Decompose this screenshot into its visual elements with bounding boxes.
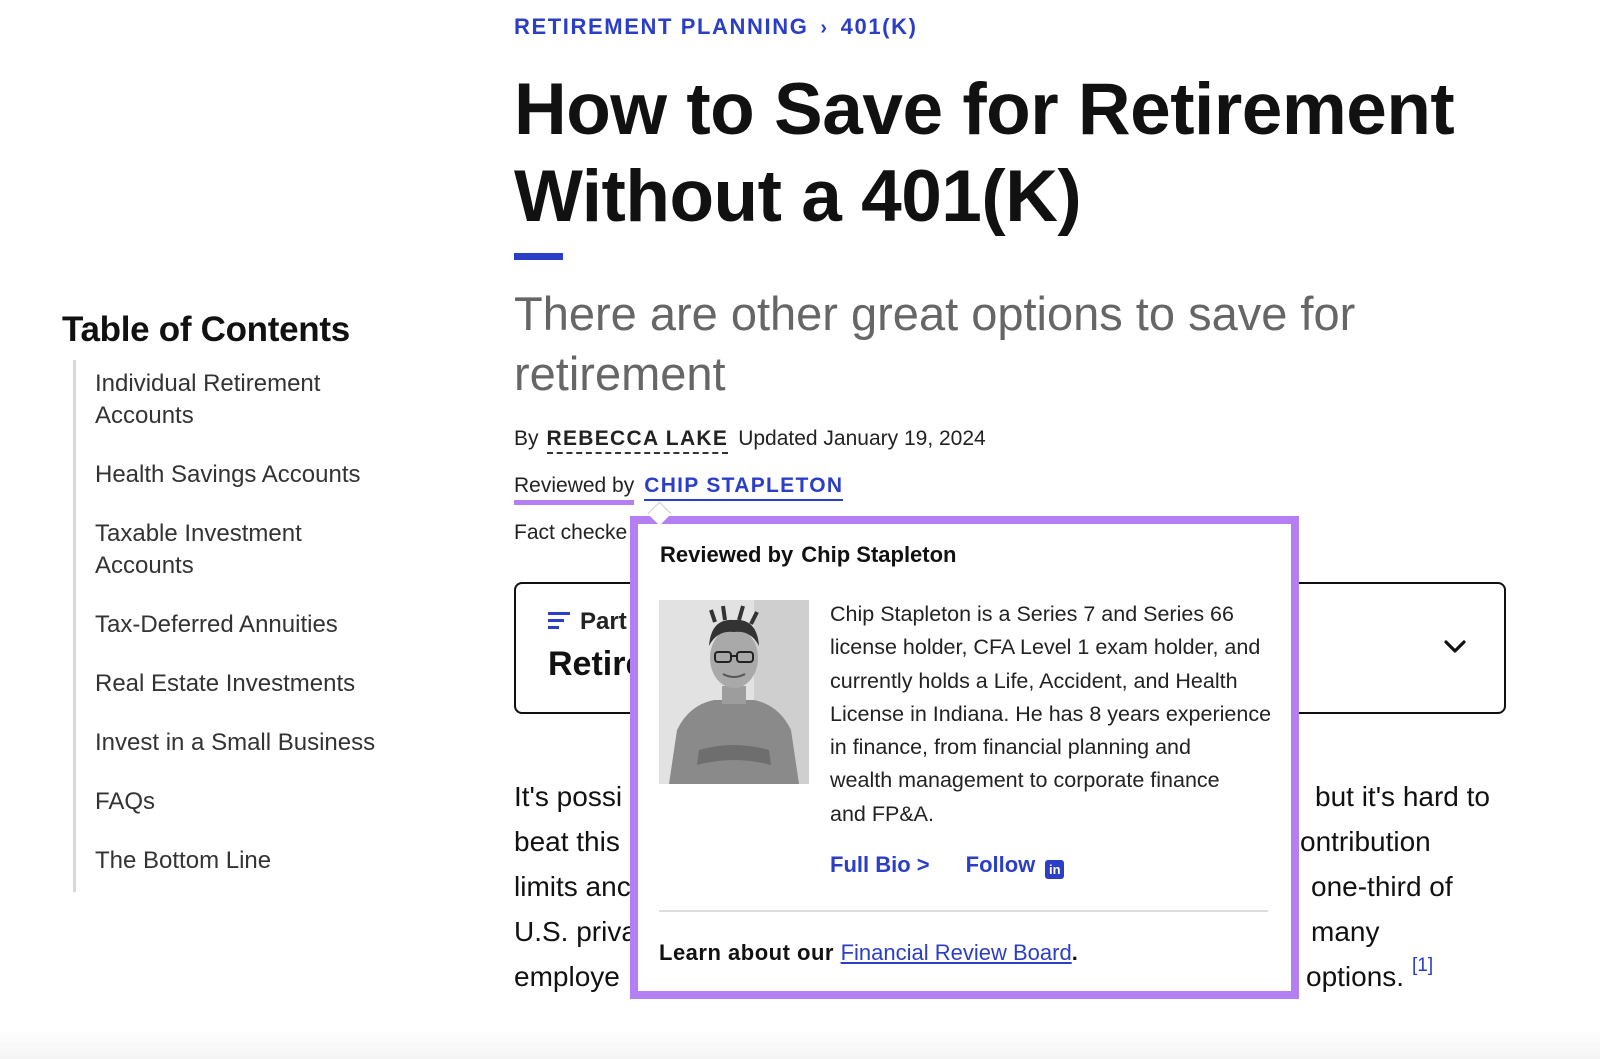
reviewer-bio: Chip Stapleton is a Series 7 and Series … <box>830 602 1272 826</box>
toc-item-faqs[interactable]: FAQs <box>95 786 415 818</box>
page-subtitle: There are other great options to save fo… <box>514 287 1356 400</box>
toc-rail <box>73 360 76 892</box>
breadcrumb-401k[interactable]: 401(K) <box>841 14 918 39</box>
toc-item-small-business[interactable]: Invest in a Small Business <box>95 727 415 759</box>
reviewer-link[interactable]: CHIP STAPLETON <box>644 474 844 501</box>
reviewer-photo <box>659 600 809 784</box>
breadcrumb: RETIREMENT PLANNING › 401(K) <box>514 14 918 40</box>
linkedin-icon: in <box>1045 860 1065 879</box>
breadcrumb-separator-icon: › <box>820 17 829 39</box>
toc-item-taxable[interactable]: Taxable Investment Accounts <box>95 518 415 582</box>
financial-review-board-link[interactable]: Financial Review Board <box>841 940 1072 965</box>
page-title: How to Save for Retirement Without a 401(… <box>514 69 1455 237</box>
popup-heading: Reviewed by Chip Stapleton <box>660 542 957 567</box>
toc-item-ira[interactable]: Individual Retirement Accounts <box>95 368 415 432</box>
body-text-right-1: but it's hard to <box>1315 781 1490 812</box>
footnote-link[interactable]: [1] <box>1412 955 1433 977</box>
bottom-fade <box>0 1030 1600 1059</box>
toc-list: Individual Retirement Accounts Health Sav… <box>95 368 415 877</box>
toc-item-bottom-line[interactable]: The Bottom Line <box>95 845 415 877</box>
author-link[interactable]: REBECCA LAKE <box>546 427 729 454</box>
toc-item-annuities[interactable]: Tax-Deferred Annuities <box>95 609 415 641</box>
reviewed-by-label: Reviewed by <box>514 474 635 505</box>
body-text-left-1: It's possi <box>514 781 623 812</box>
body-text-left-2: beat this <box>514 826 620 857</box>
reviewed-line: Reviewed by CHIP STAPLETON <box>514 474 844 505</box>
fact-checked-line: Fact checke <box>514 521 628 544</box>
part-label: Part <box>580 608 627 635</box>
breadcrumb-retirement-planning[interactable]: RETIREMENT PLANNING <box>514 14 808 39</box>
title-accent-bar <box>514 253 563 260</box>
popup-links: Full Bio > Follow in <box>830 852 1065 879</box>
body-text-right-3: one-third of <box>1311 871 1453 902</box>
by-label: By <box>514 427 539 450</box>
byline: By REBECCA LAKE Updated January 19, 2024 <box>514 427 986 454</box>
body-text-right-5: options. <box>1306 961 1405 992</box>
body-text-left-3: limits anc <box>514 871 631 902</box>
financial-review-note: Learn about our Financial Review Board. <box>659 940 1079 965</box>
chevron-down-icon[interactable] <box>1441 632 1469 660</box>
toc-title: Table of Contents <box>62 310 350 349</box>
body-text-left-5: employe <box>514 961 620 992</box>
body-text-left-4: U.S. priva <box>514 916 637 947</box>
follow-link[interactable]: Follow in <box>966 852 1065 879</box>
toc-item-hsa[interactable]: Health Savings Accounts <box>95 459 415 491</box>
updated-date: Updated January 19, 2024 <box>738 427 986 450</box>
toc-item-real-estate[interactable]: Real Estate Investments <box>95 668 415 700</box>
popup-divider <box>659 910 1268 912</box>
list-icon <box>548 612 570 630</box>
body-text-right-2: ontribution <box>1300 826 1431 857</box>
full-bio-link[interactable]: Full Bio > <box>830 852 930 877</box>
body-text-right-4: many <box>1311 916 1380 947</box>
